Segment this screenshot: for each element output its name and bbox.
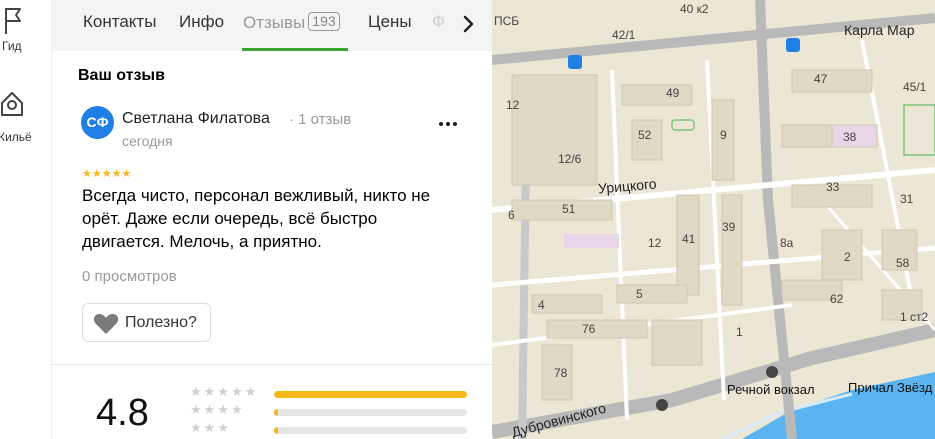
chevron-right-icon[interactable] [459,14,479,34]
rating-bar [274,391,467,398]
useful-label: Полезно? [125,314,197,331]
house-number: 42/1 [612,28,636,42]
house-number: 49 [666,86,680,100]
house-number: 31 [900,192,914,206]
house-number: 47 [814,72,828,86]
tab-contacts[interactable]: Контакты [83,12,156,32]
flag-icon [5,8,21,34]
review-author[interactable]: Светлана Филатова [122,110,270,128]
review-stars: ★★★★★ [82,168,132,180]
house-number: 8а [780,236,794,250]
more-options-icon[interactable] [436,114,460,134]
house-number: 5 [636,287,643,301]
tab-bar: Контакты Инфо Отзывы193 Цены Ф [52,0,492,51]
rating-value: 4.8 [96,392,149,434]
section-divider [52,364,492,365]
avatar[interactable]: СФ [81,106,114,139]
rating-bar-fill [274,391,467,398]
review-text: Всегда чисто, персонал вежливый, никто н… [82,186,431,251]
review-views: 0 просмотров [82,268,177,285]
street-label: Карла Мар [844,22,915,38]
organization-panel: Контакты Инфо Отзывы193 Цены Ф Ваш отзыв… [52,0,492,439]
nav-item-housing[interactable]: Жильё [0,85,52,145]
house-number: 1 [736,325,743,339]
rating-stars-5: ★★★★★ [190,384,259,399]
house-number: 12/6 [558,152,582,166]
rating-bar-fill [274,427,278,434]
house-number: 76 [582,322,596,336]
poi-label[interactable]: Причал Звёзд [848,380,932,395]
nav-housing-label: Жильё [0,130,32,144]
house-number: 4 [538,298,545,312]
rating-bar-fill [274,409,278,416]
house-number: 45/1 [903,80,927,94]
house-number: 62 [830,292,844,306]
house-number: 58 [896,256,910,270]
house-number: 51 [562,202,576,216]
heart-icon [93,314,119,334]
left-navigation: Гид Жильё [0,0,52,439]
review-date: сегодня [122,133,173,149]
rating-stars-3: ★★★ [190,420,231,435]
house-number: 39 [722,220,736,234]
rating-row-4: ★★★★ [190,402,480,420]
reviews-count-badge: 193 [308,12,340,31]
active-tab-indicator [242,48,348,51]
tab-info[interactable]: Инфо [179,12,224,32]
map[interactable]: Карла Мар Урицкого Дубровинского Речной … [492,0,935,439]
house-number: 41 [682,232,696,246]
building-icon [1,92,23,116]
nav-guide-label: Гид [2,39,22,53]
rating-stars-4: ★★★★ [190,402,245,417]
tab-reviews-label: Отзывы [243,13,306,32]
house-number: 38 [843,130,857,144]
house-number: 52 [638,128,652,142]
house-number: 12 [506,98,520,112]
house-number: 40 к2 [680,2,709,16]
tab-reviews[interactable]: Отзывы 193 [243,12,340,33]
house-number: 33 [826,180,840,194]
rating-row-3: ★★★ [190,420,480,438]
nav-item-guide[interactable]: Гид [0,0,52,60]
tab-prices[interactable]: Цены [368,12,412,32]
house-number: 78 [554,366,568,380]
house-number: 9 [720,128,727,142]
rating-bar [274,409,467,416]
author-review-count: · 1 отзыв [289,111,352,128]
useful-button[interactable]: Полезно? [82,303,211,342]
house-number: 6 [508,208,515,222]
house-number: 12 [648,236,662,250]
map-label: ПСБ [494,14,520,28]
rating-row-5: ★★★★★ [190,384,480,402]
poi-label[interactable]: Речной вокзал [727,382,815,397]
rating-bar [274,427,467,434]
house-number: 1 ст2 [900,310,929,324]
house-number: 2 [844,250,851,264]
your-review-title: Ваш отзыв [78,67,165,84]
